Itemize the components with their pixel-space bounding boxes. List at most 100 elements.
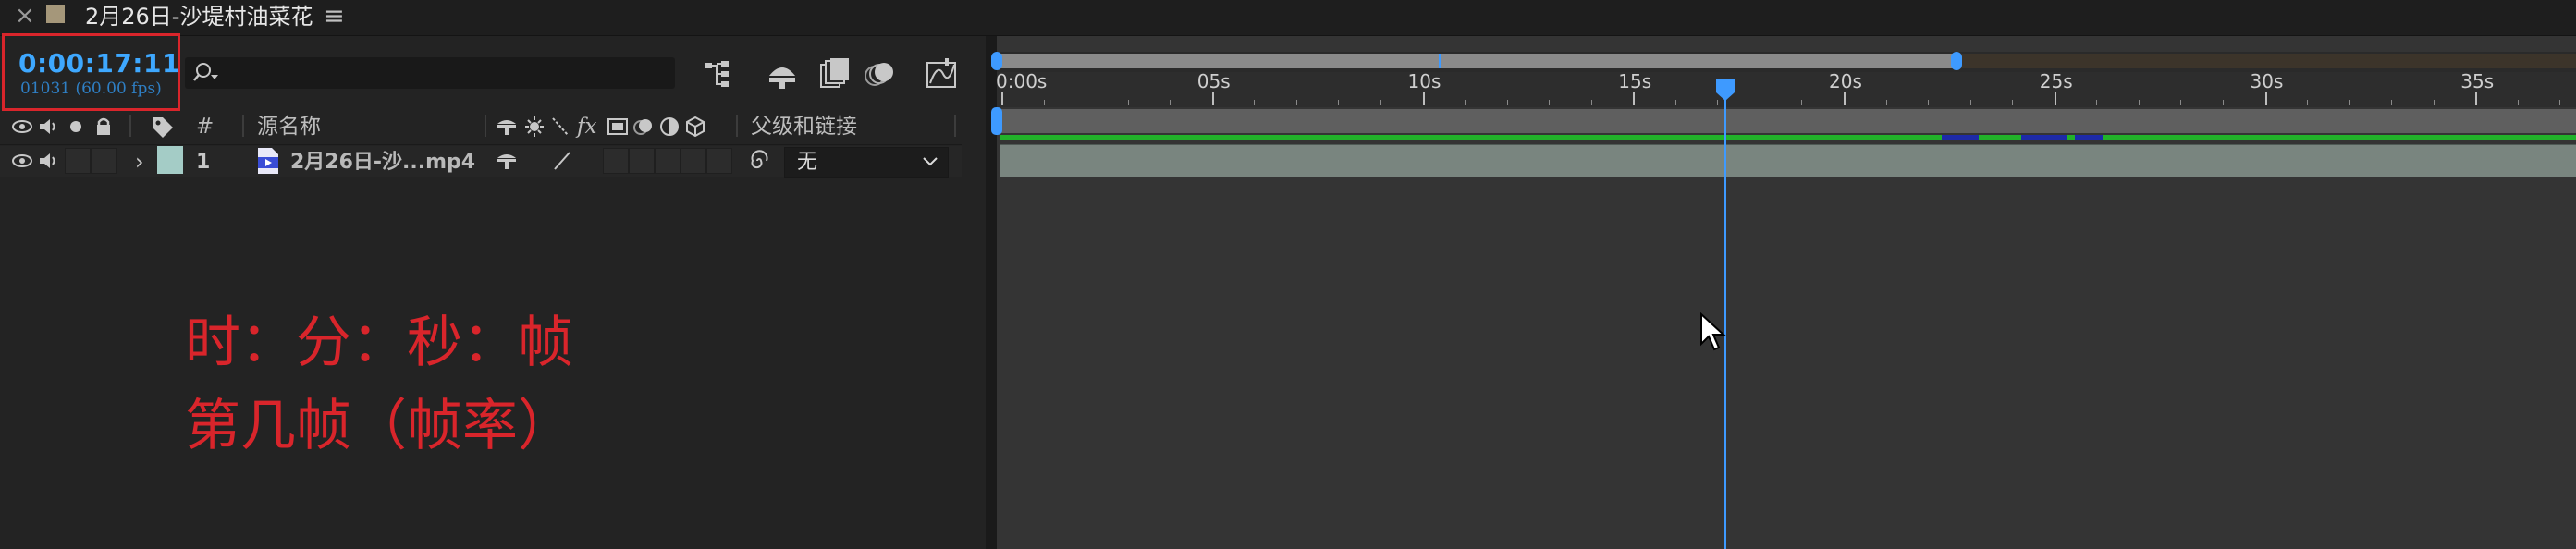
cache-uncached-segment xyxy=(1942,135,1979,140)
ruler-minor-tick xyxy=(1969,100,1971,105)
ruler-minor-tick xyxy=(2349,100,2350,105)
lock-toggle[interactable] xyxy=(91,148,117,174)
layer-label-color[interactable] xyxy=(157,146,183,174)
cache-uncached-segment xyxy=(2075,135,2103,140)
3d-layer-icon[interactable] xyxy=(684,115,706,139)
column-separator[interactable] xyxy=(736,115,738,137)
ruler-minor-tick xyxy=(1465,100,1466,105)
layer-duration-bar[interactable] xyxy=(1000,144,2576,177)
eye-icon[interactable] xyxy=(11,150,33,172)
ruler-minor-tick xyxy=(2222,100,2224,105)
effects-icon[interactable]: fx xyxy=(577,110,596,143)
ruler-minor-tick xyxy=(1506,100,1508,105)
frame-count-display: 01031 (60.00 fps) xyxy=(20,79,162,98)
ruler-minor-tick xyxy=(1338,100,1340,105)
ruler-minor-tick xyxy=(1674,100,1676,105)
graph-editor-icon[interactable] xyxy=(923,55,960,92)
lock-icon[interactable] xyxy=(92,115,115,139)
column-separator[interactable] xyxy=(242,115,244,137)
ruler-tick-label: 35s xyxy=(2460,70,2495,92)
collapse-transform-icon[interactable] xyxy=(523,115,546,139)
speaker-icon[interactable] xyxy=(37,150,59,172)
ruler-minor-tick xyxy=(2138,100,2140,105)
column-separator[interactable] xyxy=(954,115,956,137)
search-icon[interactable] xyxy=(190,59,222,87)
mouse-cursor-icon xyxy=(1700,312,1726,351)
composition-tab-title[interactable]: 2月26日-沙堤村油菜花 xyxy=(85,0,313,33)
time-navigator-range[interactable] xyxy=(993,54,1957,68)
motion-blur-column-icon[interactable] xyxy=(632,115,655,139)
render-cache-indicator xyxy=(1000,135,2576,140)
ruler-major-tick xyxy=(1422,92,1425,105)
ruler-tick-label: 0:00s xyxy=(996,70,1048,92)
ruler-minor-tick xyxy=(1590,100,1592,105)
search-input[interactable] xyxy=(185,57,675,89)
ruler-tick-label: 05s xyxy=(1196,70,1231,92)
pickwhip-icon[interactable] xyxy=(747,149,771,173)
annotation-line-2: 第几帧（帧率） xyxy=(185,394,573,458)
ruler-major-tick xyxy=(1633,92,1636,105)
menu-icon[interactable]: ≡ xyxy=(324,0,345,33)
ruler-minor-tick xyxy=(1043,100,1045,105)
ruler-minor-tick xyxy=(2180,100,2182,105)
ruler-major-tick xyxy=(1844,92,1846,105)
navigator-start-handle[interactable] xyxy=(991,52,1002,70)
label-icon[interactable] xyxy=(150,115,176,139)
ruler-tick-label: 25s xyxy=(2039,70,2073,92)
ruler-major-tick xyxy=(2264,92,2267,105)
column-separator[interactable] xyxy=(485,115,486,137)
adjustment-switch[interactable] xyxy=(681,148,706,174)
work-area-bar[interactable] xyxy=(997,109,2576,133)
frame-blending-icon[interactable] xyxy=(816,55,853,92)
video-file-icon xyxy=(258,148,278,174)
ruler-minor-tick xyxy=(1885,100,1887,105)
composition-tab-bar xyxy=(0,0,2576,36)
eye-icon[interactable] xyxy=(11,115,33,139)
column-parent-link[interactable]: 父级和链接 xyxy=(751,110,857,143)
ruler-minor-tick xyxy=(1170,100,1171,105)
draft-3d-icon[interactable] xyxy=(764,55,801,92)
close-icon[interactable]: × xyxy=(15,2,35,30)
ruler-minor-tick xyxy=(2559,100,2561,105)
parent-dropdown-value: 无 xyxy=(797,151,818,174)
motion-blur-icon[interactable] xyxy=(862,55,899,92)
layer-name[interactable]: 2月26日-沙...mp4 xyxy=(290,147,475,178)
ruler-minor-tick xyxy=(2433,100,2435,105)
quality-switch-icon[interactable] xyxy=(551,150,573,172)
speaker-icon[interactable] xyxy=(37,115,59,139)
cache-uncached-segment xyxy=(2021,135,2067,140)
fx-switch[interactable] xyxy=(603,148,629,174)
navigator-end-handle[interactable] xyxy=(1951,52,1962,70)
time-ruler[interactable] xyxy=(997,72,2576,107)
motion-blur-switch[interactable] xyxy=(655,148,681,174)
solo-toggle[interactable] xyxy=(65,148,91,174)
ruler-major-tick xyxy=(2054,92,2056,105)
column-number[interactable]: # xyxy=(196,110,214,143)
current-time-display[interactable]: 0:00:17:11 xyxy=(18,48,180,79)
annotation-line-1: 时：分：秒：帧 xyxy=(185,311,573,375)
composition-flowchart-icon[interactable] xyxy=(701,55,738,92)
ruler-major-tick xyxy=(1211,92,1214,105)
ruler-tick-label: 10s xyxy=(1407,70,1441,92)
ruler-minor-tick xyxy=(2012,100,2014,105)
adjustment-layer-icon[interactable] xyxy=(658,115,681,139)
frame-blend-switch[interactable] xyxy=(629,148,655,174)
solo-icon[interactable] xyxy=(67,115,85,139)
chevron-right-icon[interactable]: › xyxy=(135,146,144,177)
column-source-name[interactable]: 源名称 xyxy=(257,110,321,143)
chevron-down-icon[interactable] xyxy=(921,153,939,170)
ruler-minor-tick xyxy=(1254,100,1256,105)
playhead-handle[interactable] xyxy=(1715,78,1736,102)
shy-icon[interactable] xyxy=(496,115,518,139)
column-separator[interactable] xyxy=(129,115,131,137)
ruler-minor-tick xyxy=(2391,100,2393,105)
work-area-start-handle[interactable] xyxy=(991,107,1002,135)
ruler-minor-tick xyxy=(1295,100,1297,105)
3d-switch[interactable] xyxy=(706,148,732,174)
shy-switch-icon[interactable] xyxy=(496,150,518,172)
ruler-minor-tick xyxy=(1127,100,1129,105)
frame-blend-column-icon[interactable] xyxy=(607,115,629,139)
ruler-minor-tick xyxy=(2517,100,2519,105)
quality-icon[interactable] xyxy=(549,115,571,139)
ruler-minor-tick xyxy=(1380,100,1381,105)
